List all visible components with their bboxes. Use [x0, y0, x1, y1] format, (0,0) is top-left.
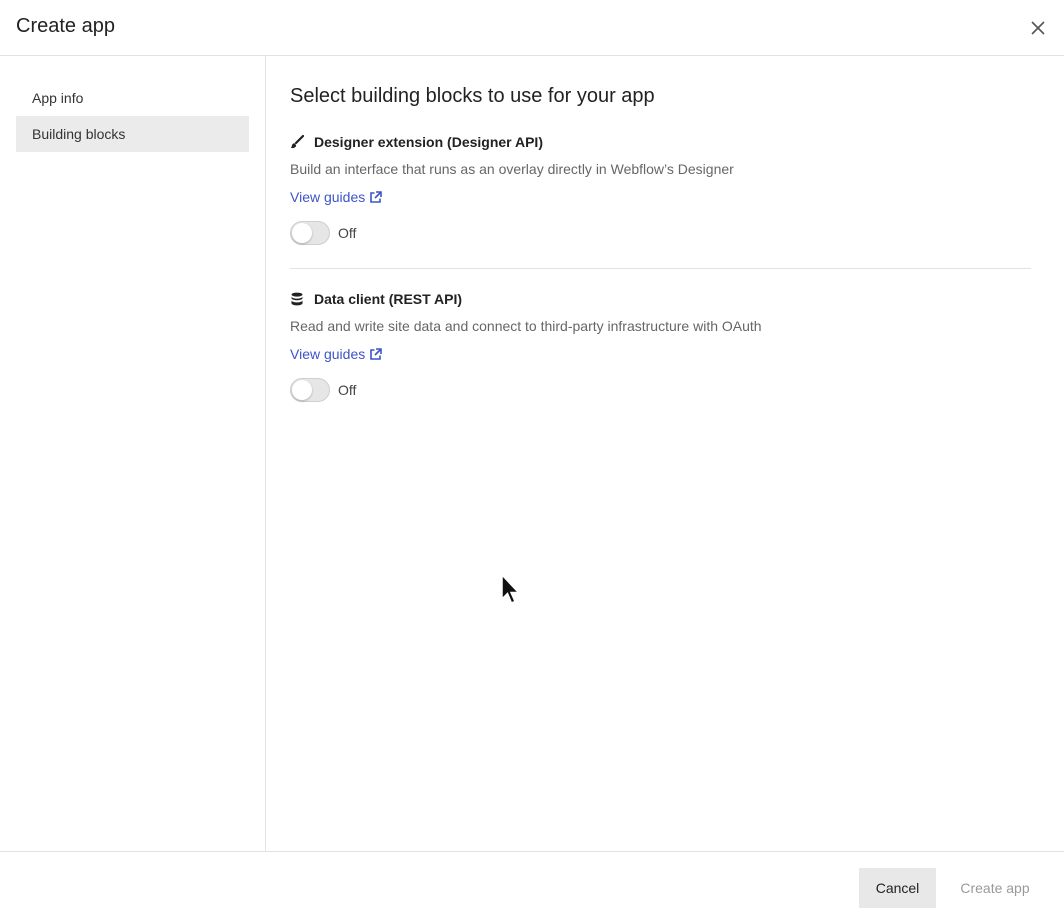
toggle-state-label: Off: [338, 225, 357, 241]
close-icon: [1031, 21, 1045, 35]
external-link-icon: [369, 190, 383, 204]
database-icon: [290, 292, 304, 306]
view-guides-label: View guides: [290, 189, 366, 205]
block-title: Data client (REST API): [290, 290, 462, 308]
view-guides-label: View guides: [290, 346, 366, 362]
designer-extension-toggle[interactable]: [290, 221, 330, 245]
toggle-row: Off: [290, 378, 356, 402]
dialog-header: Create app: [0, 0, 1064, 56]
block-description: Read and write site data and connect to …: [290, 318, 762, 334]
sidebar: App info Building blocks: [0, 56, 266, 851]
block-title: Designer extension (Designer API): [290, 133, 543, 151]
view-guides-link[interactable]: View guides: [290, 346, 383, 362]
main-panel: Select building blocks to use for your a…: [266, 56, 1064, 851]
toggle-row: Off: [290, 221, 356, 245]
toggle-state-label: Off: [338, 382, 357, 398]
block-description: Build an interface that runs as an overl…: [290, 161, 734, 177]
block-title-text: Data client (REST API): [314, 291, 463, 307]
paintbrush-icon: [290, 135, 304, 149]
toggle-knob: [292, 223, 312, 243]
cancel-button[interactable]: Cancel: [859, 868, 936, 908]
external-link-icon: [369, 347, 383, 361]
create-app-button[interactable]: Create app: [946, 868, 1044, 908]
close-button[interactable]: [1026, 16, 1050, 40]
dialog-title: Create app: [16, 15, 115, 37]
page-title: Select building blocks to use for your a…: [290, 85, 655, 107]
data-client-toggle[interactable]: [290, 378, 330, 402]
toggle-knob: [292, 380, 312, 400]
sidebar-item-building-blocks[interactable]: Building blocks: [16, 116, 249, 152]
block-title-text: Designer extension (Designer API): [314, 134, 543, 150]
view-guides-link[interactable]: View guides: [290, 189, 383, 205]
dialog-footer: Cancel Create app: [0, 851, 1064, 922]
sidebar-item-app-info[interactable]: App info: [16, 80, 249, 116]
block-divider: [290, 268, 1031, 269]
